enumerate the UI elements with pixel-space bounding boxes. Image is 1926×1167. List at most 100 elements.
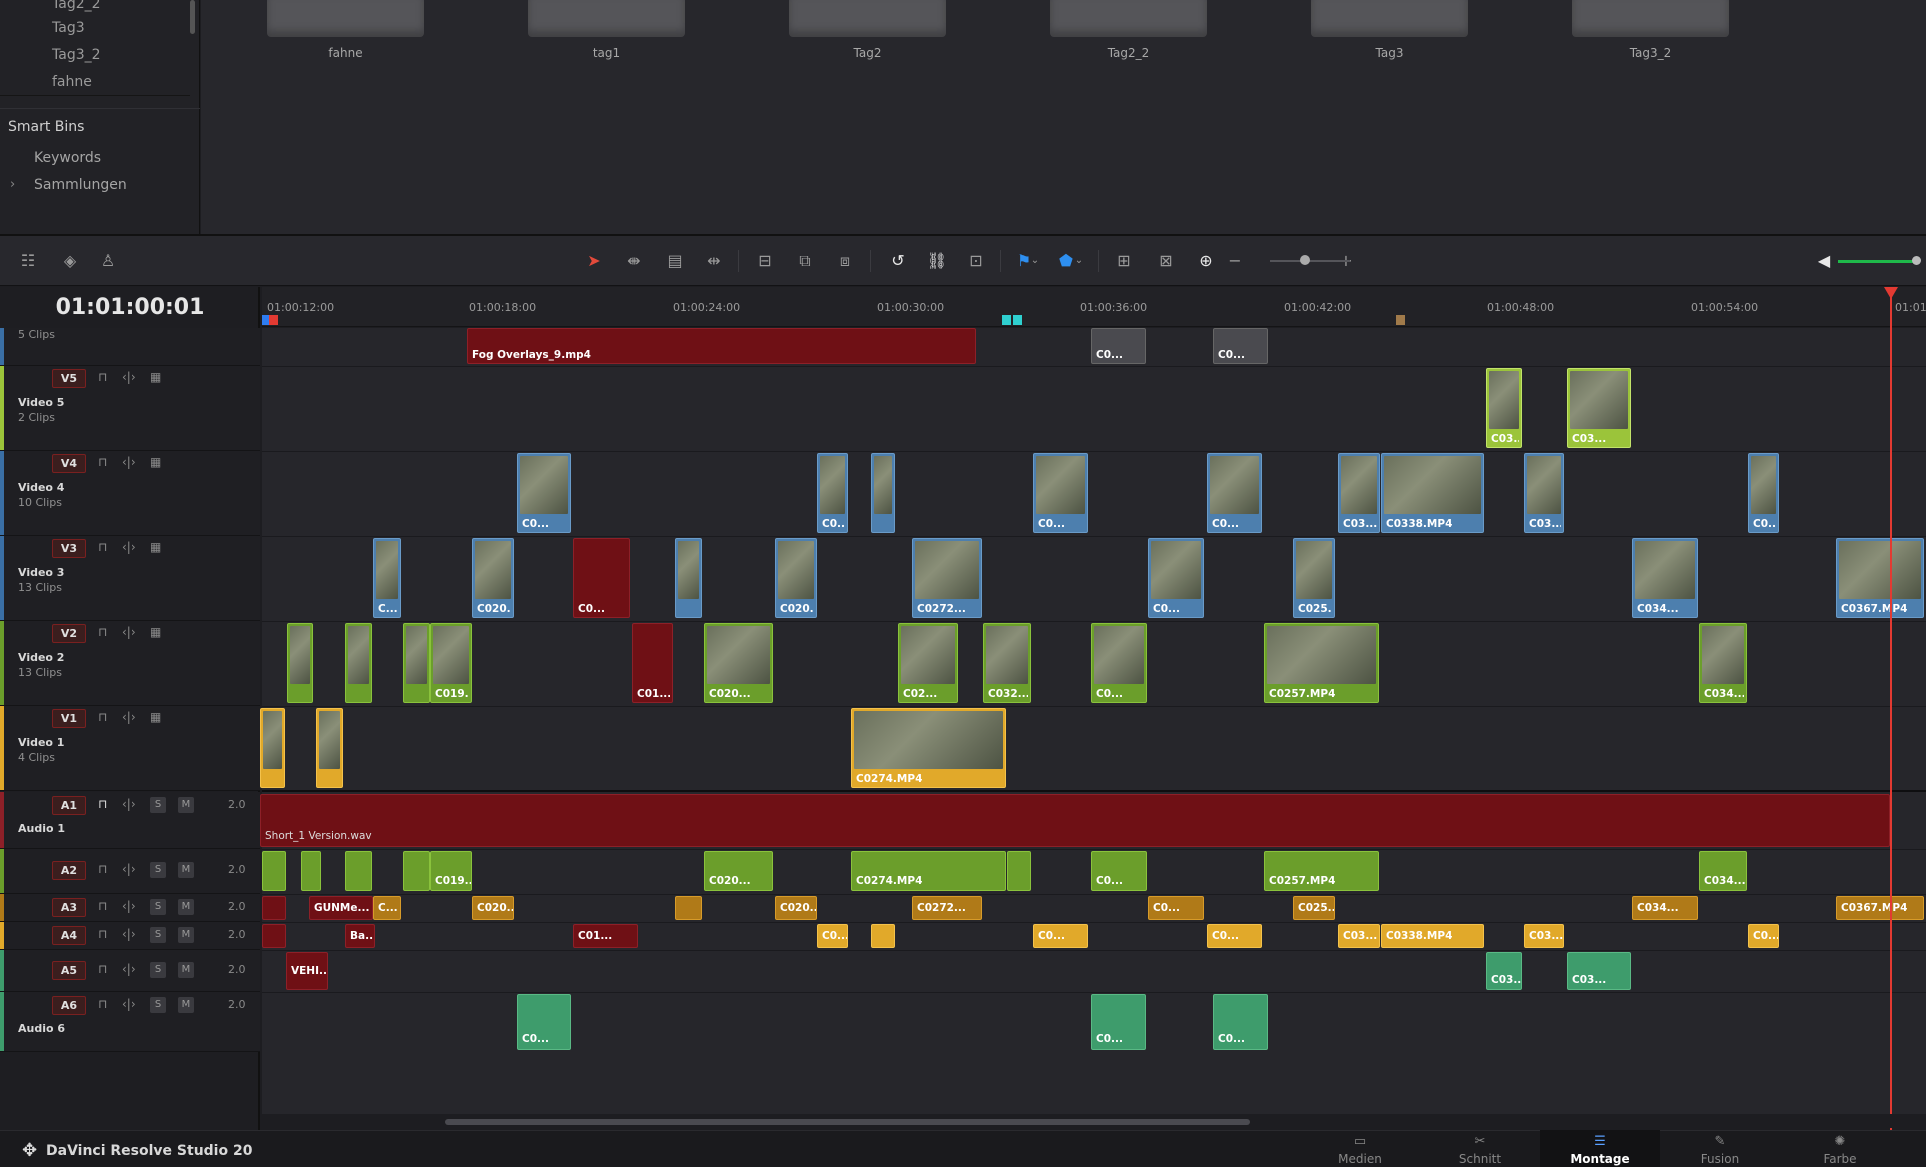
timeline-clip[interactable]: C0... bbox=[517, 453, 571, 533]
track-badge[interactable]: V4 bbox=[52, 454, 86, 473]
timeline-clip[interactable]: C025... bbox=[1293, 538, 1335, 618]
track-header-audio4[interactable]: A4 ⊓ ‹|› S M 2.0 bbox=[0, 922, 260, 950]
audio-clip[interactable]: Ba... bbox=[345, 924, 375, 948]
chevron-right-icon[interactable]: › bbox=[10, 177, 15, 192]
track-badge[interactable]: V2 bbox=[52, 624, 86, 643]
audio-clip[interactable]: C0... bbox=[1213, 994, 1268, 1050]
trim-tool-icon[interactable]: ⇼ bbox=[620, 248, 648, 274]
auto-select-icon[interactable]: ‹|› bbox=[122, 455, 136, 469]
chevron-down-icon[interactable]: ⌄ bbox=[1028, 248, 1042, 274]
page-tab-edit[interactable]: ☰ Montage bbox=[1540, 1130, 1660, 1167]
timecode-display[interactable]: 01:01:00:01 bbox=[0, 290, 260, 325]
audio-clip[interactable] bbox=[345, 851, 372, 891]
bin-item[interactable]: fahne bbox=[52, 74, 92, 90]
track-header-video2[interactable]: V2 ⊓ ‹|› ▦ Video 2 13 Clips bbox=[0, 621, 260, 706]
track-badge[interactable]: A5 bbox=[52, 961, 86, 980]
timeline-clip[interactable]: C01... bbox=[632, 623, 673, 703]
solo-button[interactable]: S bbox=[150, 927, 166, 943]
audio-clip[interactable]: C0... bbox=[1748, 924, 1779, 948]
blade-tool-icon[interactable]: ⇹ bbox=[700, 248, 728, 274]
volume-icon[interactable]: ◀ bbox=[1810, 248, 1838, 274]
timeline-clip[interactable]: C0... bbox=[1207, 453, 1262, 533]
track-badge[interactable]: A4 bbox=[52, 926, 86, 945]
keyframe-view-icon[interactable]: ◈ bbox=[56, 248, 84, 274]
timeline-clip[interactable]: C0... bbox=[1213, 328, 1268, 364]
auto-select-icon[interactable]: ‹|› bbox=[122, 540, 136, 554]
timeline-clip[interactable]: C020... bbox=[704, 623, 773, 703]
timeline-clip[interactable]: C034... bbox=[1632, 538, 1698, 618]
position-lock-icon[interactable]: ⊡ bbox=[962, 248, 990, 274]
page-tab-media[interactable]: ▭ Medien bbox=[1300, 1130, 1420, 1167]
track-badge[interactable]: A1 bbox=[52, 796, 86, 815]
audio-clip[interactable]: C03... bbox=[1338, 924, 1380, 948]
audio-clip[interactable]: C0338.MP4 bbox=[1381, 924, 1484, 948]
timeline-view-options-icon[interactable]: ☷ bbox=[14, 248, 42, 274]
timeline-clip[interactable]: C03... bbox=[1486, 368, 1522, 448]
track-badge[interactable]: V5 bbox=[52, 369, 86, 388]
zoom-custom-icon[interactable]: ⊕ bbox=[1192, 248, 1220, 274]
track-badge[interactable]: A3 bbox=[52, 898, 86, 917]
timeline-clip[interactable]: C034... bbox=[1699, 623, 1747, 703]
timeline-clip[interactable]: C0... bbox=[1091, 623, 1147, 703]
timeline-clip[interactable]: C0272... bbox=[912, 538, 982, 618]
lock-icon[interactable]: ⊓ bbox=[98, 710, 107, 724]
audio-clip[interactable]: C0274.MP4 bbox=[851, 851, 1006, 891]
timeline-clip[interactable] bbox=[403, 623, 430, 703]
lock-icon[interactable]: ⊓ bbox=[98, 625, 107, 639]
track-visibility-icon[interactable]: ▦ bbox=[150, 625, 161, 639]
audio-clip[interactable]: C034... bbox=[1699, 851, 1747, 891]
selection-tool-icon[interactable]: ➤ bbox=[580, 248, 608, 274]
smart-bin-collections[interactable]: Sammlungen bbox=[34, 177, 127, 193]
timeline-scrollbar[interactable] bbox=[445, 1119, 1250, 1125]
mute-button[interactable]: M bbox=[178, 927, 194, 943]
audio-clip[interactable]: C03... bbox=[1486, 952, 1522, 990]
zoom-detail-icon[interactable]: ⊠ bbox=[1152, 248, 1180, 274]
timeline-clip[interactable]: C0... bbox=[1748, 453, 1779, 533]
timeline-clip[interactable]: C0367.MP4 bbox=[1836, 538, 1924, 618]
track-badge[interactable]: A2 bbox=[52, 861, 86, 880]
lock-icon[interactable]: ⊓ bbox=[98, 997, 107, 1011]
audio-clip[interactable]: C020... bbox=[472, 896, 514, 920]
timeline-clip[interactable] bbox=[260, 708, 285, 788]
timeline-clip[interactable] bbox=[675, 538, 702, 618]
bin-thumbnail[interactable] bbox=[1572, 0, 1729, 37]
bin-item[interactable]: Tag3 bbox=[52, 20, 85, 36]
timeline-clip[interactable]: C019... bbox=[430, 623, 472, 703]
solo-button[interactable]: S bbox=[150, 797, 166, 813]
timeline-clip[interactable]: C0... bbox=[1148, 538, 1204, 618]
page-tab-fusion[interactable]: ✎ Fusion bbox=[1660, 1130, 1780, 1167]
playhead-handle[interactable] bbox=[1884, 287, 1898, 299]
timeline-clip[interactable]: C020... bbox=[472, 538, 514, 618]
timeline-clip[interactable]: C032... bbox=[983, 623, 1031, 703]
audio-clip[interactable]: C0... bbox=[817, 924, 848, 948]
audio-clip[interactable] bbox=[262, 896, 286, 920]
zoom-out-icon[interactable]: − bbox=[1226, 248, 1244, 274]
track-header-video4[interactable]: V4 ⊓ ‹|› ▦ Video 4 10 Clips bbox=[0, 451, 260, 536]
track-badge[interactable]: V3 bbox=[52, 539, 86, 558]
audio-clip[interactable]: C025... bbox=[1293, 896, 1335, 920]
auto-select-icon[interactable]: ‹|› bbox=[122, 625, 136, 639]
audio-clip[interactable]: C0... bbox=[1091, 851, 1147, 891]
auto-select-icon[interactable]: ‹|› bbox=[122, 710, 136, 724]
linked-selection-icon[interactable]: ⛓ bbox=[923, 248, 951, 274]
mute-button[interactable]: M bbox=[178, 899, 194, 915]
lock-icon[interactable]: ⊓ bbox=[98, 455, 107, 469]
audio-clip[interactable]: C0... bbox=[1091, 994, 1146, 1050]
audio-clip[interactable]: C034... bbox=[1632, 896, 1698, 920]
audio-clip[interactable]: C019... bbox=[430, 851, 472, 891]
audio-clip[interactable]: Short_1 Version.wav bbox=[260, 794, 1890, 847]
track-visibility-icon[interactable]: ▦ bbox=[150, 370, 161, 384]
zoom-slider-handle[interactable] bbox=[1300, 255, 1310, 265]
bin-thumbnail[interactable] bbox=[1311, 0, 1468, 37]
bin-item[interactable]: Tag2_2 bbox=[52, 0, 101, 12]
timeline-clip[interactable]: Fog Overlays_9.mp4 bbox=[467, 328, 976, 364]
bin-scrollbar[interactable] bbox=[190, 0, 195, 34]
audio-clip[interactable]: GUNMe... bbox=[309, 896, 373, 920]
timeline-clip[interactable]: C0257.MP4 bbox=[1264, 623, 1379, 703]
track-header-video3[interactable]: V3 ⊓ ‹|› ▦ Video 3 13 Clips bbox=[0, 536, 260, 621]
audio-clip[interactable] bbox=[262, 924, 286, 948]
zoom-full-icon[interactable]: ⊞ bbox=[1110, 248, 1138, 274]
mute-button[interactable]: M bbox=[178, 862, 194, 878]
solo-button[interactable]: S bbox=[150, 899, 166, 915]
audio-clip[interactable]: C01... bbox=[573, 924, 638, 948]
